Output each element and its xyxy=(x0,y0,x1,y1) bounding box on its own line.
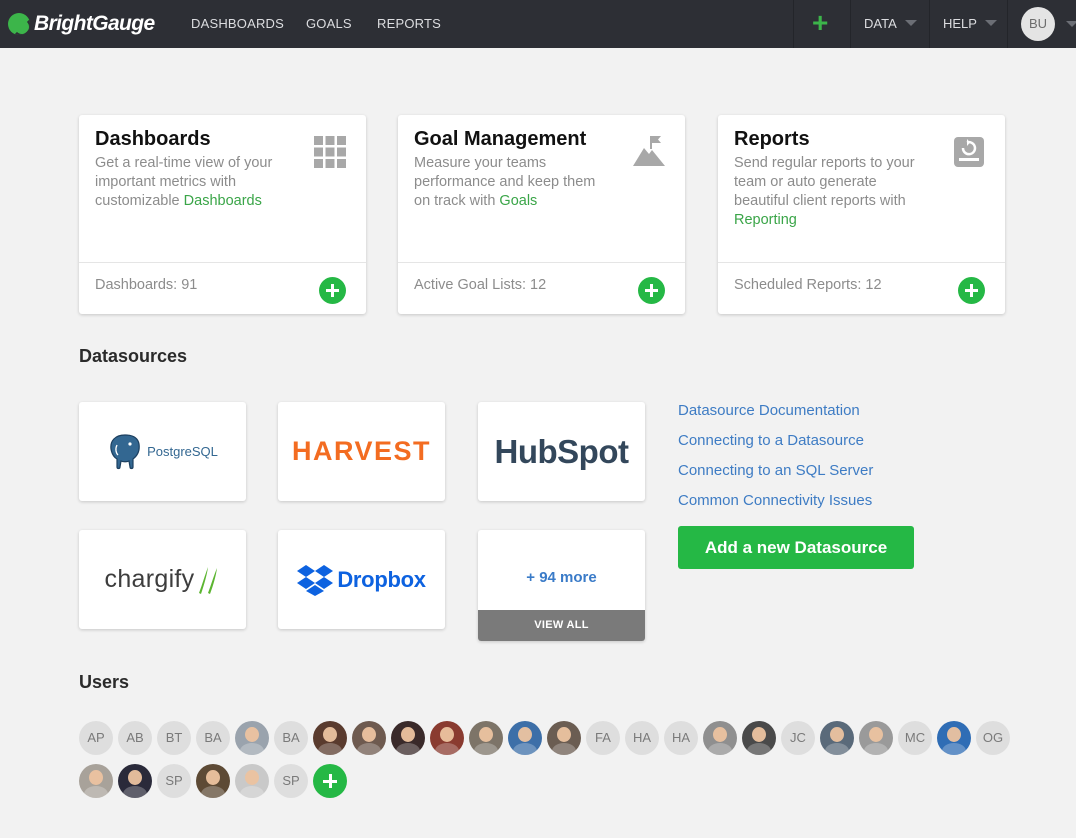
datasource-tile-more[interactable]: + 94 more VIEW ALL xyxy=(478,530,645,641)
card-footer: Scheduled Reports: 12 xyxy=(718,262,1005,314)
card-title: Goal Management xyxy=(414,128,587,150)
nav-dashboards[interactable]: DASHBOARDS xyxy=(191,16,284,31)
user-avatar-photo[interactable] xyxy=(196,764,230,798)
users-heading: Users xyxy=(79,672,130,692)
card-description: Measure your teams performance and keep … xyxy=(414,155,596,209)
card-footer: Active Goal Lists: 12 xyxy=(398,262,685,314)
card-footer: Dashboards: 91 xyxy=(79,262,366,314)
chevron-down-icon xyxy=(984,20,997,26)
data-dropdown[interactable]: DATA xyxy=(864,16,917,31)
add-datasource-button[interactable]: Add a new Datasource xyxy=(678,526,914,569)
goal-lists-count: Active Goal Lists: 12 xyxy=(414,277,547,293)
user-avatar-photo[interactable] xyxy=(313,721,347,755)
connectivity-issues-link[interactable]: Common Connectivity Issues xyxy=(678,492,872,509)
user-avatar-photo[interactable] xyxy=(391,721,425,755)
chargify-leaf-icon xyxy=(199,566,218,594)
user-avatar-initials[interactable]: BA xyxy=(196,721,230,755)
chevron-down-icon[interactable] xyxy=(1066,21,1076,27)
dropbox-logo-text: Dropbox xyxy=(337,566,426,592)
more-datasources-count: + 94 more xyxy=(526,569,597,586)
report-icon xyxy=(953,136,985,173)
user-avatar-photo[interactable] xyxy=(469,721,503,755)
view-all-button[interactable]: VIEW ALL xyxy=(478,610,645,641)
connecting-sql-server-link[interactable]: Connecting to an SQL Server xyxy=(678,462,873,479)
chargify-logo-text: chargify xyxy=(104,565,195,593)
user-avatar-initials[interactable]: FA xyxy=(586,721,620,755)
user-avatar-initials[interactable]: MC xyxy=(898,721,932,755)
data-dropdown-label: DATA xyxy=(864,16,897,31)
user-avatar-photo[interactable] xyxy=(508,721,542,755)
dashboards-link[interactable]: Dashboards xyxy=(184,193,262,209)
chevron-down-icon xyxy=(904,20,917,26)
brightgauge-logo-icon xyxy=(8,13,30,35)
reporting-link[interactable]: Reporting xyxy=(734,212,797,228)
card-description: Get a real-time view of your important m… xyxy=(95,155,273,209)
hubspot-logo-text: HubSpot xyxy=(494,432,629,470)
user-avatar-photo[interactable] xyxy=(820,721,854,755)
nav-divider xyxy=(929,0,930,48)
nav-divider xyxy=(793,0,794,48)
datasource-tile-postgresql[interactable]: PostgreSQL xyxy=(79,402,246,501)
card-title: Reports xyxy=(734,128,810,150)
help-dropdown[interactable]: HELP xyxy=(943,16,997,31)
top-navbar: BrightGauge DASHBOARDS GOALS REPORTS + D… xyxy=(0,0,1076,48)
scheduled-reports-count: Scheduled Reports: 12 xyxy=(734,277,882,293)
dropbox-icon xyxy=(297,564,334,596)
nav-goals[interactable]: GOALS xyxy=(306,16,352,31)
datasource-tile-chargify[interactable]: chargify xyxy=(79,530,246,629)
user-avatar-initials[interactable]: AB xyxy=(118,721,152,755)
datasource-documentation-link[interactable]: Datasource Documentation xyxy=(678,402,860,419)
user-avatar-photo[interactable] xyxy=(79,764,113,798)
user-avatar-photo[interactable] xyxy=(118,764,152,798)
user-avatar-initials[interactable]: HA xyxy=(664,721,698,755)
plus-icon[interactable]: + xyxy=(812,9,828,37)
user-avatar-initials[interactable]: BT xyxy=(157,721,191,755)
datasource-tile-hubspot[interactable]: HubSpot xyxy=(478,402,645,501)
grid-icon xyxy=(314,136,346,173)
reports-card: Reports Send regular reports to your tea… xyxy=(718,115,1005,314)
dashboards-count: Dashboards: 91 xyxy=(95,277,198,293)
harvest-logo-text: HARVEST xyxy=(291,436,432,466)
card-description: Send regular reports to your team or aut… xyxy=(734,155,915,228)
user-avatar-initials[interactable]: AP xyxy=(79,721,113,755)
nav-divider xyxy=(850,0,851,48)
user-avatar-photo[interactable] xyxy=(235,764,269,798)
user-avatar-photo[interactable] xyxy=(742,721,776,755)
goals-link[interactable]: Goals xyxy=(499,193,537,209)
goal-management-card: Goal Management Measure your teams perfo… xyxy=(398,115,685,314)
user-avatar-photo[interactable] xyxy=(703,721,737,755)
add-user-button[interactable] xyxy=(313,764,347,798)
user-avatar-photo[interactable] xyxy=(235,721,269,755)
user-avatar-photo[interactable] xyxy=(859,721,893,755)
datasource-tile-harvest[interactable]: HARVEST xyxy=(278,402,445,501)
datasources-heading: Datasources xyxy=(79,346,188,366)
brand-logo[interactable]: BrightGauge xyxy=(8,11,155,37)
add-dashboard-button[interactable] xyxy=(319,277,346,304)
user-avatar-photo[interactable] xyxy=(430,721,464,755)
nav-divider xyxy=(1007,0,1008,48)
user-avatar-photo[interactable] xyxy=(352,721,386,755)
user-avatar-initials[interactable]: HA xyxy=(625,721,659,755)
card-title: Dashboards xyxy=(95,128,211,150)
add-report-button[interactable] xyxy=(958,277,985,304)
user-avatar[interactable]: BU xyxy=(1021,7,1055,41)
user-avatar-initials[interactable]: SP xyxy=(274,764,308,798)
user-avatar-initials[interactable]: SP xyxy=(157,764,191,798)
postgresql-logo-text: PostgreSQL xyxy=(147,444,218,459)
user-avatar-initials[interactable]: OG xyxy=(976,721,1010,755)
user-avatar-initials[interactable]: BA xyxy=(274,721,308,755)
connecting-datasource-link[interactable]: Connecting to a Datasource xyxy=(678,432,864,449)
user-avatar-photo[interactable] xyxy=(547,721,581,755)
dashboards-card: Dashboards Get a real-time view of your … xyxy=(79,115,366,314)
add-goal-button[interactable] xyxy=(638,277,665,304)
datasource-tile-dropbox[interactable]: Dropbox xyxy=(278,530,445,629)
postgresql-elephant-icon xyxy=(110,433,140,469)
user-avatar-initials[interactable]: JC xyxy=(781,721,815,755)
user-avatar-photo[interactable] xyxy=(937,721,971,755)
nav-reports[interactable]: REPORTS xyxy=(377,16,441,31)
brand-name: BrightGauge xyxy=(34,12,155,35)
help-dropdown-label: HELP xyxy=(943,16,977,31)
mountain-flag-icon xyxy=(633,135,665,172)
